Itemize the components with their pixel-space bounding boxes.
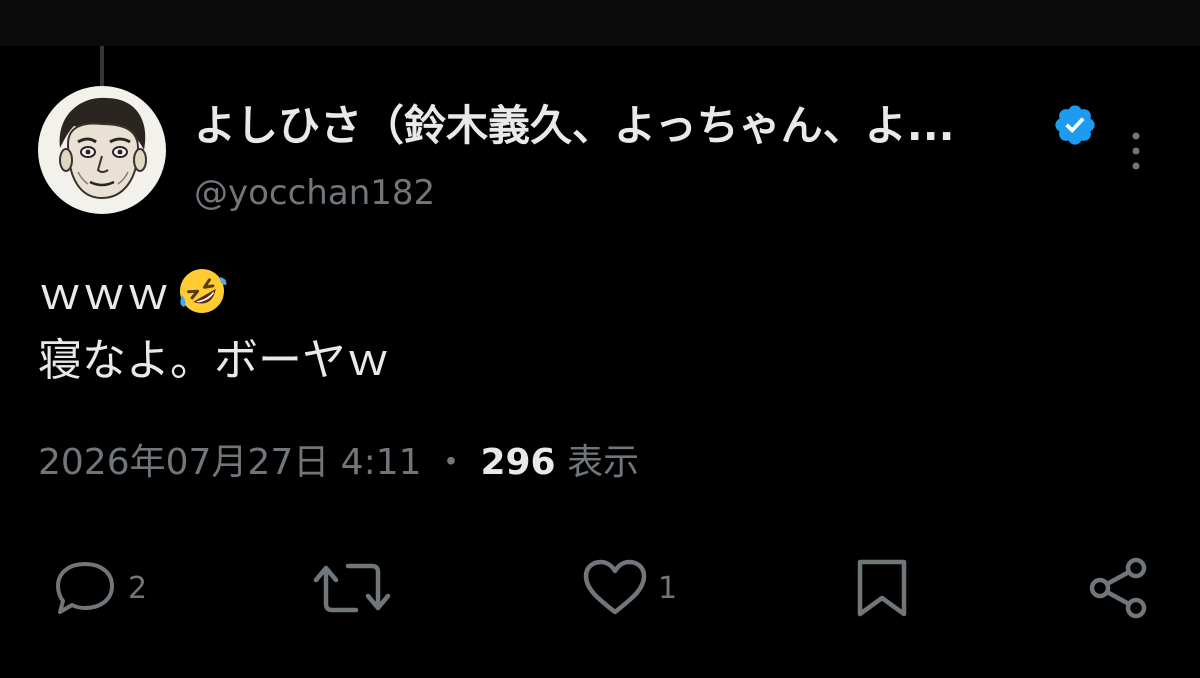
user-handle[interactable]: @yocchan182 [194,168,435,218]
thread-connector-line [100,46,104,86]
retweet-icon [313,563,391,613]
rolling-on-the-floor-laughing-emoji-icon [176,265,228,317]
more-options-button[interactable] [1116,128,1156,174]
display-name[interactable]: よしひさ（鈴木義久、よっちゃん、よ... [194,98,1044,154]
tweet-line-1-text: ｗｗｗ [38,269,170,320]
timestamp[interactable]: 2026年07月27日 4:11 [38,442,422,483]
bookmark-icon [857,559,907,617]
heart-icon [583,559,647,615]
meta-separator: ・ [432,442,469,483]
more-vertical-icon [1132,132,1140,170]
verified-badge-icon [1052,102,1098,148]
views-label: 表示 [567,442,640,483]
tweet-meta: 2026年07月27日 4:11 ・ 296 表示 [38,436,639,490]
like-count: 1 [658,570,678,606]
bookmark-button[interactable] [852,556,912,620]
retweet-button[interactable] [312,556,400,620]
tweet-body: ｗｗｗ 寝なよ。ボーヤｗ [38,262,1138,394]
share-button[interactable] [1084,556,1154,620]
share-icon [1089,557,1147,619]
reply-icon [56,562,114,614]
tweet-line-1: ｗｗｗ [38,262,1138,328]
reply-button[interactable]: 2 [50,556,147,620]
views-count: 296 [480,442,556,483]
avatar[interactable] [38,86,166,214]
reply-count: 2 [128,570,148,606]
like-button[interactable]: 1 [580,556,677,620]
avatar-image [38,86,166,214]
top-separator-band [0,0,1200,46]
tweet-line-2: 寝なよ。ボーヤｗ [38,335,390,386]
